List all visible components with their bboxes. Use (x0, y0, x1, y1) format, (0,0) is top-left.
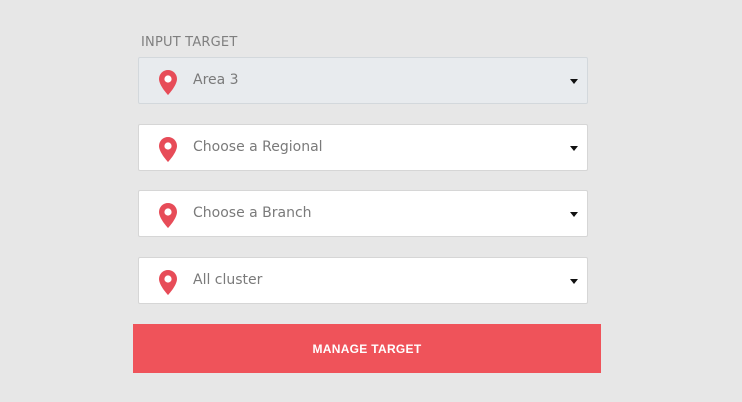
map-pin-icon (159, 70, 177, 95)
branch-select[interactable]: Choose a Branch (138, 190, 588, 237)
area-select: Area 3 (138, 57, 588, 104)
section-label: INPUT TARGET (141, 35, 238, 50)
cluster-select-value: All cluster (193, 272, 263, 288)
regional-select-value: Choose a Regional (193, 139, 323, 155)
area-select-value: Area 3 (193, 72, 239, 88)
chevron-down-icon[interactable] (570, 279, 578, 284)
manage-target-button[interactable]: MANAGE TARGET (133, 324, 601, 373)
chevron-down-icon (570, 79, 578, 84)
cluster-select[interactable]: All cluster (138, 257, 588, 304)
regional-select[interactable]: Choose a Regional (138, 124, 588, 171)
chevron-down-icon[interactable] (570, 146, 578, 151)
branch-select-value: Choose a Branch (193, 205, 312, 221)
map-pin-icon (159, 137, 177, 162)
map-pin-icon (159, 203, 177, 228)
map-pin-icon (159, 270, 177, 295)
chevron-down-icon[interactable] (570, 212, 578, 217)
